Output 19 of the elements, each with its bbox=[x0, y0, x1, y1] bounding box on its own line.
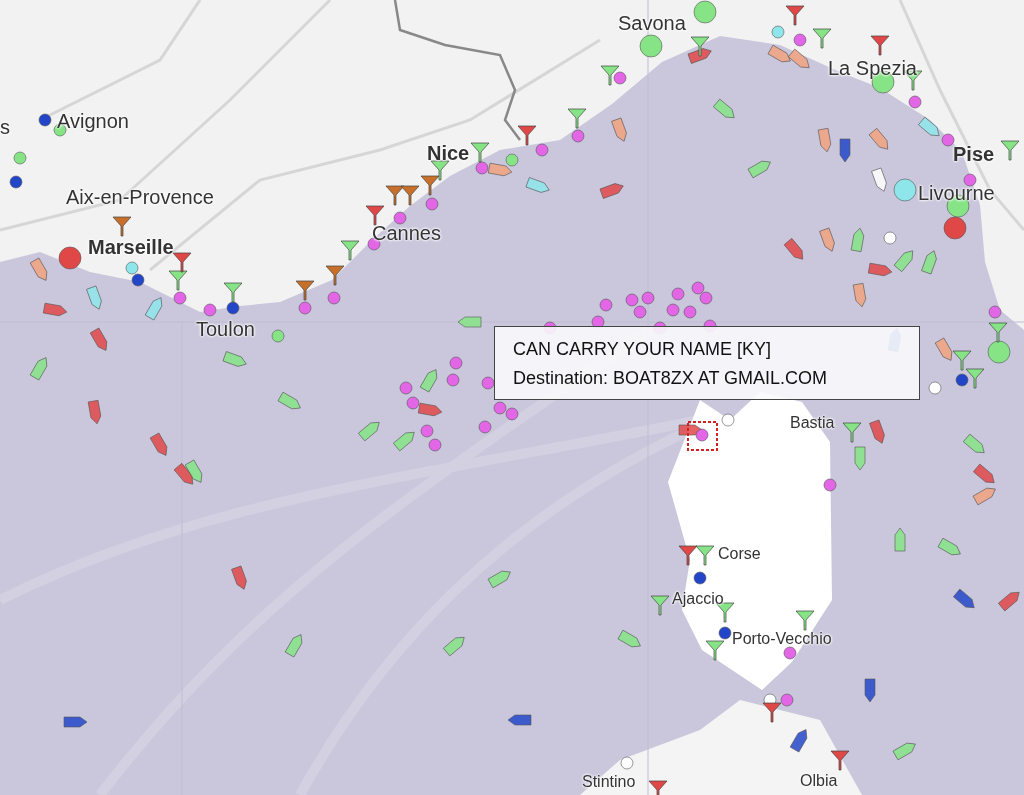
place-label: Livourne bbox=[918, 182, 995, 205]
place-label: Marseille bbox=[88, 236, 174, 259]
place-label: Porto-Vecchio bbox=[732, 630, 832, 648]
vessel-name: CAN CARRY YOUR NAME [KY] bbox=[513, 339, 773, 360]
place-label: Toulon bbox=[196, 318, 255, 341]
vessel-destination: Destination: BOAT8ZX AT GMAIL.COM bbox=[513, 368, 829, 389]
place-label: Corse bbox=[718, 545, 761, 563]
place-label: La Spezia bbox=[828, 57, 917, 80]
place-label: Pise bbox=[953, 143, 995, 166]
place-label: Ajaccio bbox=[672, 590, 724, 608]
place-label: Stintino bbox=[582, 773, 636, 791]
place-label: Savona bbox=[618, 12, 686, 35]
place-label: Cannes bbox=[372, 222, 441, 245]
place-label: Avignon bbox=[57, 110, 129, 133]
place-label: Olbia bbox=[800, 772, 838, 790]
place-label: s bbox=[0, 116, 10, 139]
place-label: Nice bbox=[427, 142, 470, 165]
place-label: Aix-en-Provence bbox=[66, 186, 214, 209]
place-label: Bastia bbox=[790, 414, 835, 432]
